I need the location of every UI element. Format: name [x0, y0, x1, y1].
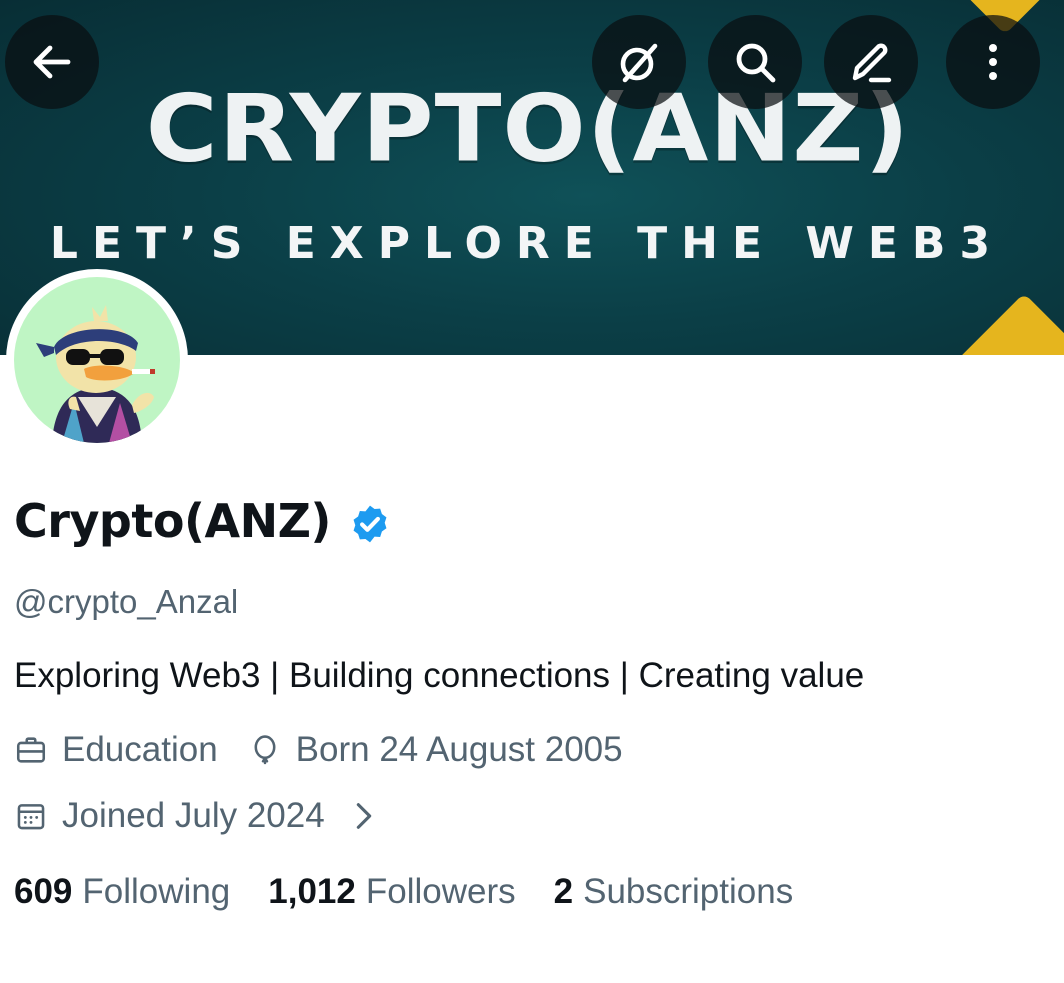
more-options-button[interactable] [946, 15, 1040, 109]
profile-meta-row: Education Born 24 August 2005 [14, 730, 623, 770]
profile-joined-row[interactable]: Joined July 2024 [14, 796, 377, 836]
profile-category: Education [14, 730, 218, 770]
arrow-left-icon [33, 45, 71, 79]
grok-icon [620, 43, 658, 83]
banner-tagline: LET’S EXPLORE THE WEB3 [49, 218, 1005, 269]
profile-bio: Exploring Web3 | Building connections | … [14, 656, 865, 695]
back-button[interactable] [5, 15, 99, 109]
grok-button[interactable] [592, 15, 686, 109]
birthday-label: Born 24 August 2005 [295, 730, 623, 769]
followers-link[interactable]: 1,012 Followers [268, 872, 515, 912]
search-button[interactable] [708, 15, 802, 109]
profile-stats: 609 Following 1,012 Followers 2 Subscrip… [14, 872, 831, 912]
following-label: Following [82, 872, 231, 911]
profile-display-name: Crypto(ANZ) [14, 494, 391, 548]
subscriptions-link[interactable]: 2 Subscriptions [554, 872, 794, 912]
subscriptions-label: Subscriptions [583, 872, 794, 911]
followers-count: 1,012 [268, 872, 356, 911]
following-count: 609 [14, 872, 73, 911]
pencil-icon [852, 43, 892, 83]
followers-label: Followers [365, 872, 516, 911]
more-vertical-icon [989, 44, 997, 80]
profile-birthday: Born 24 August 2005 [248, 730, 623, 770]
profile-joined[interactable]: Joined July 2024 [14, 796, 325, 836]
search-icon [736, 43, 776, 83]
balloon-icon [254, 735, 276, 765]
following-link[interactable]: 609 Following [14, 872, 230, 912]
banner-accent-shape [939, 293, 1064, 355]
duck-avatar-illustration [36, 305, 155, 443]
briefcase-icon [16, 737, 46, 763]
display-name-text: Crypto(ANZ) [14, 494, 331, 548]
category-label: Education [62, 730, 218, 769]
joined-label: Joined July 2024 [62, 796, 325, 835]
chevron-right-icon[interactable] [351, 799, 377, 833]
verified-badge-icon[interactable] [349, 503, 391, 545]
edit-button[interactable] [824, 15, 918, 109]
subscriptions-count: 2 [553, 872, 574, 911]
calendar-icon [17, 804, 45, 830]
avatar[interactable] [14, 277, 180, 443]
profile-handle: @crypto_Anzal [14, 583, 239, 620]
